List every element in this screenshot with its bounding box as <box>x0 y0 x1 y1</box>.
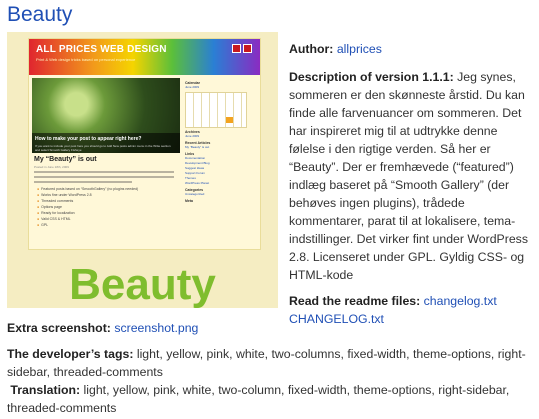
screenshot-tagline: Print & Web design tricks based on perso… <box>36 57 136 62</box>
screenshot-gallery-image: How to make your post to appear right he… <box>32 78 180 153</box>
translation-value: light, yellow, pink, white, two-column, … <box>7 383 510 415</box>
developer-tags-label: The developer’s tags: <box>7 347 134 361</box>
translation-label: Translation: <box>10 383 81 397</box>
screenshot-sidebar-link: Uncategorized <box>185 192 205 196</box>
screenshot-sidebar-link: June 2009 <box>185 85 200 89</box>
rss-icon <box>230 44 252 55</box>
screenshot-post-title: My “Beauty” is out <box>34 156 97 163</box>
readme-label: Read the readme files: <box>289 294 421 308</box>
changelog-link[interactable]: changelog.txt <box>424 294 497 308</box>
extra-screenshot-link[interactable]: screenshot.png <box>114 321 198 335</box>
translation-line: Translation: light, yellow, pink, white,… <box>7 381 535 417</box>
screenshot-bullet-list: Featured posts based on “SmoothGallery” … <box>37 187 138 229</box>
screenshot-sidebar-link: My “Beauty” is out <box>185 145 210 149</box>
author-label: Author: <box>289 42 334 56</box>
screenshot-gallery-text: If you want to include your post here yo… <box>35 144 171 152</box>
thumbnail-theme-name: Beauty <box>69 260 216 309</box>
developer-tags-line: The developer’s tags: light, yellow, pin… <box>7 345 535 381</box>
theme-meta: Extra screenshot: screenshot.png The dev… <box>7 319 535 417</box>
screenshot-calendar <box>185 92 247 128</box>
theme-info: Author: allprices Description of version… <box>289 40 537 328</box>
page-title: Beauty <box>7 3 73 26</box>
screenshot-gallery-caption: How to make your post to appear right he… <box>32 133 180 153</box>
screenshot-site-title: ALL PRICES WEB DESIGN <box>36 44 167 55</box>
extra-screenshot-label: Extra screenshot: <box>7 321 111 335</box>
theme-thumbnail[interactable]: ALL PRICES WEB DESIGN Print & Web design… <box>7 32 278 309</box>
screenshot-sidebar-link: June 2009 <box>185 134 200 138</box>
description: Description of version 1.1.1: Jeg synes,… <box>289 68 537 284</box>
screenshot-bullet: GPL <box>37 223 138 229</box>
screenshot-sidebar-link: WordPress Planet <box>185 181 210 185</box>
description-text: Jeg synes, sommeren er den skønneste års… <box>289 70 528 282</box>
screenshot-sidebar: Calendar June 2009 Archives June 2009 Re… <box>185 79 255 203</box>
theme-screenshot: ALL PRICES WEB DESIGN Print & Web design… <box>28 38 261 250</box>
description-label: Description of version 1.1.1: <box>289 70 454 84</box>
author-link[interactable]: allprices <box>337 42 382 56</box>
screenshot-post-meta: Posted in June 18th, 2009 <box>34 165 69 169</box>
screenshot-sidebar-heading: Meta <box>185 199 193 203</box>
author-line: Author: allprices <box>289 40 537 58</box>
screenshot-gallery-title: How to make your post to appear right he… <box>35 136 142 142</box>
extra-screenshot-line: Extra screenshot: screenshot.png <box>7 319 535 337</box>
screenshot-header: ALL PRICES WEB DESIGN Print & Web design… <box>29 39 260 75</box>
screenshot-post-text <box>34 171 174 186</box>
